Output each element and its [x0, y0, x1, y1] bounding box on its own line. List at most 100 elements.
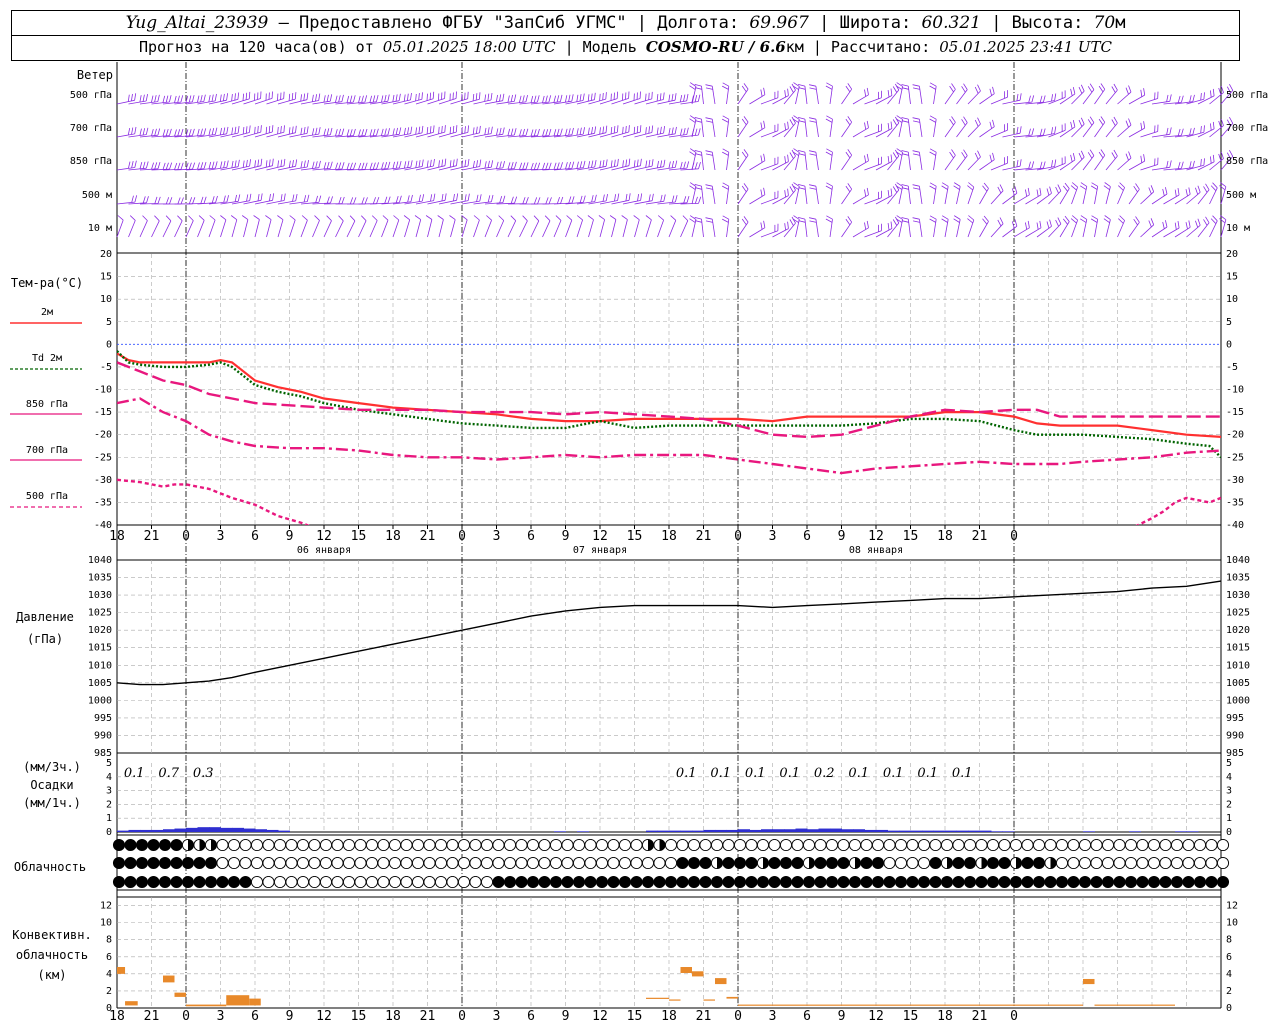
- wind-barb-shaft: [990, 223, 1004, 238]
- wind-barb-shaft: [990, 190, 1004, 205]
- wind-barb-feather: [372, 162, 376, 170]
- wind-barb-feather: [177, 129, 181, 137]
- wind-barb-feather: [741, 118, 747, 126]
- xtick-label-bottom: 0: [458, 1009, 466, 1024]
- wind-barb-feather: [617, 125, 619, 133]
- xtick-label: 12: [316, 529, 332, 544]
- wind-barb-feather: [257, 194, 260, 202]
- wind-barb-feather: [237, 159, 240, 167]
- xtick-label-bottom: 3: [493, 1009, 501, 1024]
- wind-barb-feather: [157, 94, 160, 102]
- wind-barb-feather: [689, 218, 696, 223]
- wind-barb-feather: [1089, 116, 1095, 123]
- wind-barb-feather: [283, 125, 285, 133]
- wind-barb-feather: [203, 196, 207, 204]
- wind-barb-feather: [1090, 218, 1098, 223]
- precip-bar: [922, 830, 934, 832]
- wind-barb-feather: [1140, 89, 1143, 97]
- wind-barb-feather: [1174, 222, 1177, 230]
- cloud-symbol: [112, 856, 126, 870]
- cloud-symbol: [411, 838, 425, 852]
- wind-barb-shaft: [1036, 192, 1052, 205]
- cloud-symbol: [503, 856, 517, 870]
- wind-barb-feather: [295, 125, 297, 133]
- wind-barb-feather: [789, 219, 794, 226]
- wind-barb-feather: [1195, 187, 1199, 195]
- wind-barb-feather: [369, 95, 372, 103]
- wind-barb-shaft: [1128, 94, 1145, 105]
- cloud-symbol: [584, 838, 597, 852]
- wind-barb-shaft: [967, 123, 981, 138]
- wind-barb-feather: [303, 93, 306, 101]
- xtick-label-bottom: 3: [217, 1009, 225, 1024]
- cloud-symbol: [388, 838, 402, 852]
- wind-barb-shaft: [484, 220, 492, 238]
- wind-barb-feather: [456, 193, 459, 201]
- wind-barb-feather: [1087, 119, 1093, 126]
- wind-barb-feather: [1031, 128, 1035, 136]
- precip-bar: [128, 829, 141, 832]
- wind-barb-feather: [683, 94, 686, 102]
- wind-barb-feather: [809, 120, 817, 123]
- conv-bar: [125, 1001, 138, 1006]
- wind-barb-shaft: [749, 94, 766, 105]
- wind-barb-feather: [571, 196, 575, 204]
- wind-barb-feather: [825, 118, 833, 123]
- cloud-symbol: [618, 838, 632, 852]
- ytick-label: 1010: [88, 660, 112, 671]
- wind-barb-shaft: [277, 219, 284, 238]
- cloud-symbol-half: [947, 857, 953, 869]
- wind-barb-feather: [303, 195, 307, 203]
- precip-amount: 0.1: [779, 766, 800, 781]
- ytick-label-right: 1005: [1226, 678, 1250, 689]
- wind-barb-feather: [369, 162, 373, 170]
- wind-barb-shaft: [979, 188, 989, 205]
- wind-barb-feather: [530, 162, 534, 170]
- wind-barb-feather: [288, 127, 291, 135]
- ytick-label: -15: [94, 407, 112, 418]
- wind-barb-feather: [246, 194, 249, 202]
- wind-barb-feather: [1128, 85, 1132, 93]
- conv-ylabel-1: Конвективн.: [12, 928, 91, 942]
- wind-barb-feather: [1200, 93, 1202, 101]
- wind-barb-feather: [890, 121, 893, 129]
- cloud-symbol: [503, 838, 517, 852]
- wind-barb-feather: [220, 215, 227, 221]
- wind-barb-feather: [519, 95, 522, 103]
- wind-barb-feather: [825, 218, 833, 223]
- wind-barb-feather: [887, 190, 890, 198]
- wind-barb-feather: [1103, 218, 1110, 224]
- precip-bar: [140, 829, 152, 832]
- precip-ylabel-2: Осадки: [30, 778, 73, 792]
- cloud-symbol: [572, 838, 586, 852]
- cloud-symbol: [1055, 838, 1069, 852]
- cloud-symbol: [756, 875, 770, 889]
- wind-barb-feather: [648, 126, 650, 134]
- wind-barb-feather: [694, 162, 698, 170]
- wind-barb-feather: [433, 125, 435, 133]
- wind-barb-feather: [399, 161, 402, 168]
- wind-barb-feather: [280, 159, 283, 167]
- precip-bar: [1175, 831, 1187, 832]
- wind-barb-feather: [1212, 182, 1218, 189]
- wind-barb-feather: [223, 93, 225, 101]
- cloud-symbol: [929, 838, 942, 852]
- cloud-symbol: [894, 856, 908, 870]
- wind-barb-feather: [464, 159, 467, 167]
- wind-barb-feather: [798, 220, 806, 223]
- wind-barb-shaft: [668, 220, 677, 238]
- wind-barb-feather: [280, 194, 283, 202]
- wind-barb-feather: [674, 126, 677, 134]
- cloud-symbol: [112, 875, 126, 889]
- wind-barb-feather: [617, 193, 620, 201]
- wind-barb-feather: [679, 95, 683, 103]
- wind-barb-feather: [1016, 126, 1019, 134]
- wind-barb-feather: [663, 92, 665, 100]
- cloud-symbol: [457, 875, 471, 889]
- wind-barb-feather: [418, 160, 421, 168]
- cloud-symbol: [952, 856, 965, 870]
- cloud-symbol: [492, 838, 505, 852]
- wind-barb-shaft: [919, 86, 923, 105]
- cloud-symbol: [1090, 875, 1103, 889]
- wind-barb-feather: [683, 161, 686, 169]
